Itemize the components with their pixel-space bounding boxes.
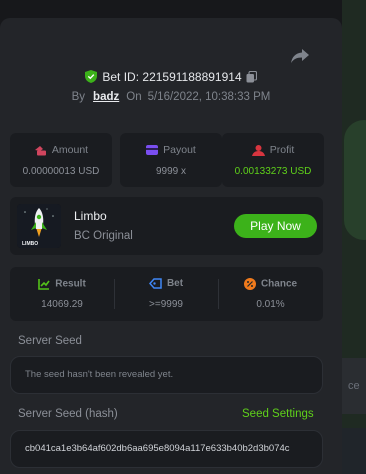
server-seed-label: Server Seed <box>18 335 82 347</box>
result-label: Result <box>55 278 86 290</box>
share-icon[interactable] <box>290 48 310 64</box>
bet-meta-row: By badz On 5/16/2022, 10:38:33 PM <box>0 91 342 103</box>
payout-label: Payout <box>163 144 196 157</box>
background-bar <box>342 428 366 474</box>
background-panel: ce <box>342 0 366 474</box>
amount-value: 0.00000013 USD <box>22 166 100 177</box>
profit-icon <box>251 144 265 156</box>
chance-label: Chance <box>260 278 298 290</box>
server-seed-value: The seed hasn't been revealed yet. <box>25 369 174 380</box>
background-input: ce <box>342 358 366 414</box>
money-icon <box>34 145 46 156</box>
amount-stat-header: Amount <box>10 144 112 156</box>
bet-id-value: 221591188891914 <box>142 69 242 84</box>
payout-stat: Payout 9999 x <box>120 133 222 187</box>
bet-details-modal: Bet ID: 221591188891914 By badz On 5/16/202… <box>0 18 342 474</box>
amount-stat: Amount 0.00000013 USD <box>10 133 112 187</box>
bet-date: 5/16/2022, 10:38:33 PM <box>147 91 271 103</box>
chart-icon <box>38 279 50 290</box>
server-seed-hash-label: Server Seed (hash) <box>18 408 118 420</box>
background-input-text: ce <box>348 380 360 392</box>
bet-header: Bet <box>114 278 218 289</box>
result-value: 14069.29 <box>41 299 83 310</box>
server-seed-field[interactable]: The seed hasn't been revealed yet. <box>10 356 323 394</box>
game-provider: BC Original <box>74 230 133 242</box>
card-icon <box>146 145 159 156</box>
by-label: By <box>71 91 86 103</box>
verified-shield-icon <box>85 70 98 84</box>
bet-value: >=9999 <box>149 299 183 310</box>
rocket-icon: LIMBO <box>17 204 61 248</box>
seed-settings-link[interactable]: Seed Settings <box>242 408 314 420</box>
profit-value: 0.00133273 USD <box>234 166 312 177</box>
play-now-button[interactable]: Play Now <box>234 214 317 238</box>
game-card: LIMBO Limbo BC Original Play Now <box>10 197 323 255</box>
game-name: Limbo <box>74 209 107 223</box>
ticket-icon <box>148 278 162 289</box>
chance-value: 0.01% <box>256 299 285 310</box>
game-thumbnail: LIMBO <box>17 204 61 248</box>
profit-label: Profit <box>269 144 295 157</box>
profit-stat: Profit 0.00133273 USD <box>222 133 324 187</box>
background-decoration <box>344 120 366 240</box>
bet-id-row: Bet ID: 221591188891914 <box>0 69 342 84</box>
bet-column: Bet >=9999 <box>114 267 218 321</box>
user-link[interactable]: badz <box>93 91 119 103</box>
server-seed-hash-field[interactable]: cb041ca1e3b64af602db6aa695e8094a117e633b… <box>10 430 323 468</box>
result-header: Result <box>10 278 114 290</box>
payout-value: 9999 x <box>155 166 187 177</box>
bet-label: Bet <box>166 278 184 289</box>
on-label: On <box>126 91 142 103</box>
profit-stat-header: Profit <box>222 144 324 156</box>
server-seed-hash-value: cb041ca1e3b64af602db6aa695e8094a117e633b… <box>25 443 290 454</box>
result-box: Result 14069.29 Bet >=9999 Chance 0.01% <box>10 267 323 321</box>
chance-column: Chance 0.01% <box>218 267 323 321</box>
amount-label: Amount <box>51 144 89 157</box>
copy-icon[interactable] <box>246 70 257 83</box>
chance-header: Chance <box>218 278 323 290</box>
top-strip <box>0 0 342 18</box>
bet-id-label: Bet ID: <box>102 69 140 84</box>
result-column: Result 14069.29 <box>10 267 114 321</box>
percent-icon <box>243 278 256 290</box>
payout-stat-header: Payout <box>120 144 222 156</box>
game-thumb-text: LIMBO <box>22 241 38 247</box>
